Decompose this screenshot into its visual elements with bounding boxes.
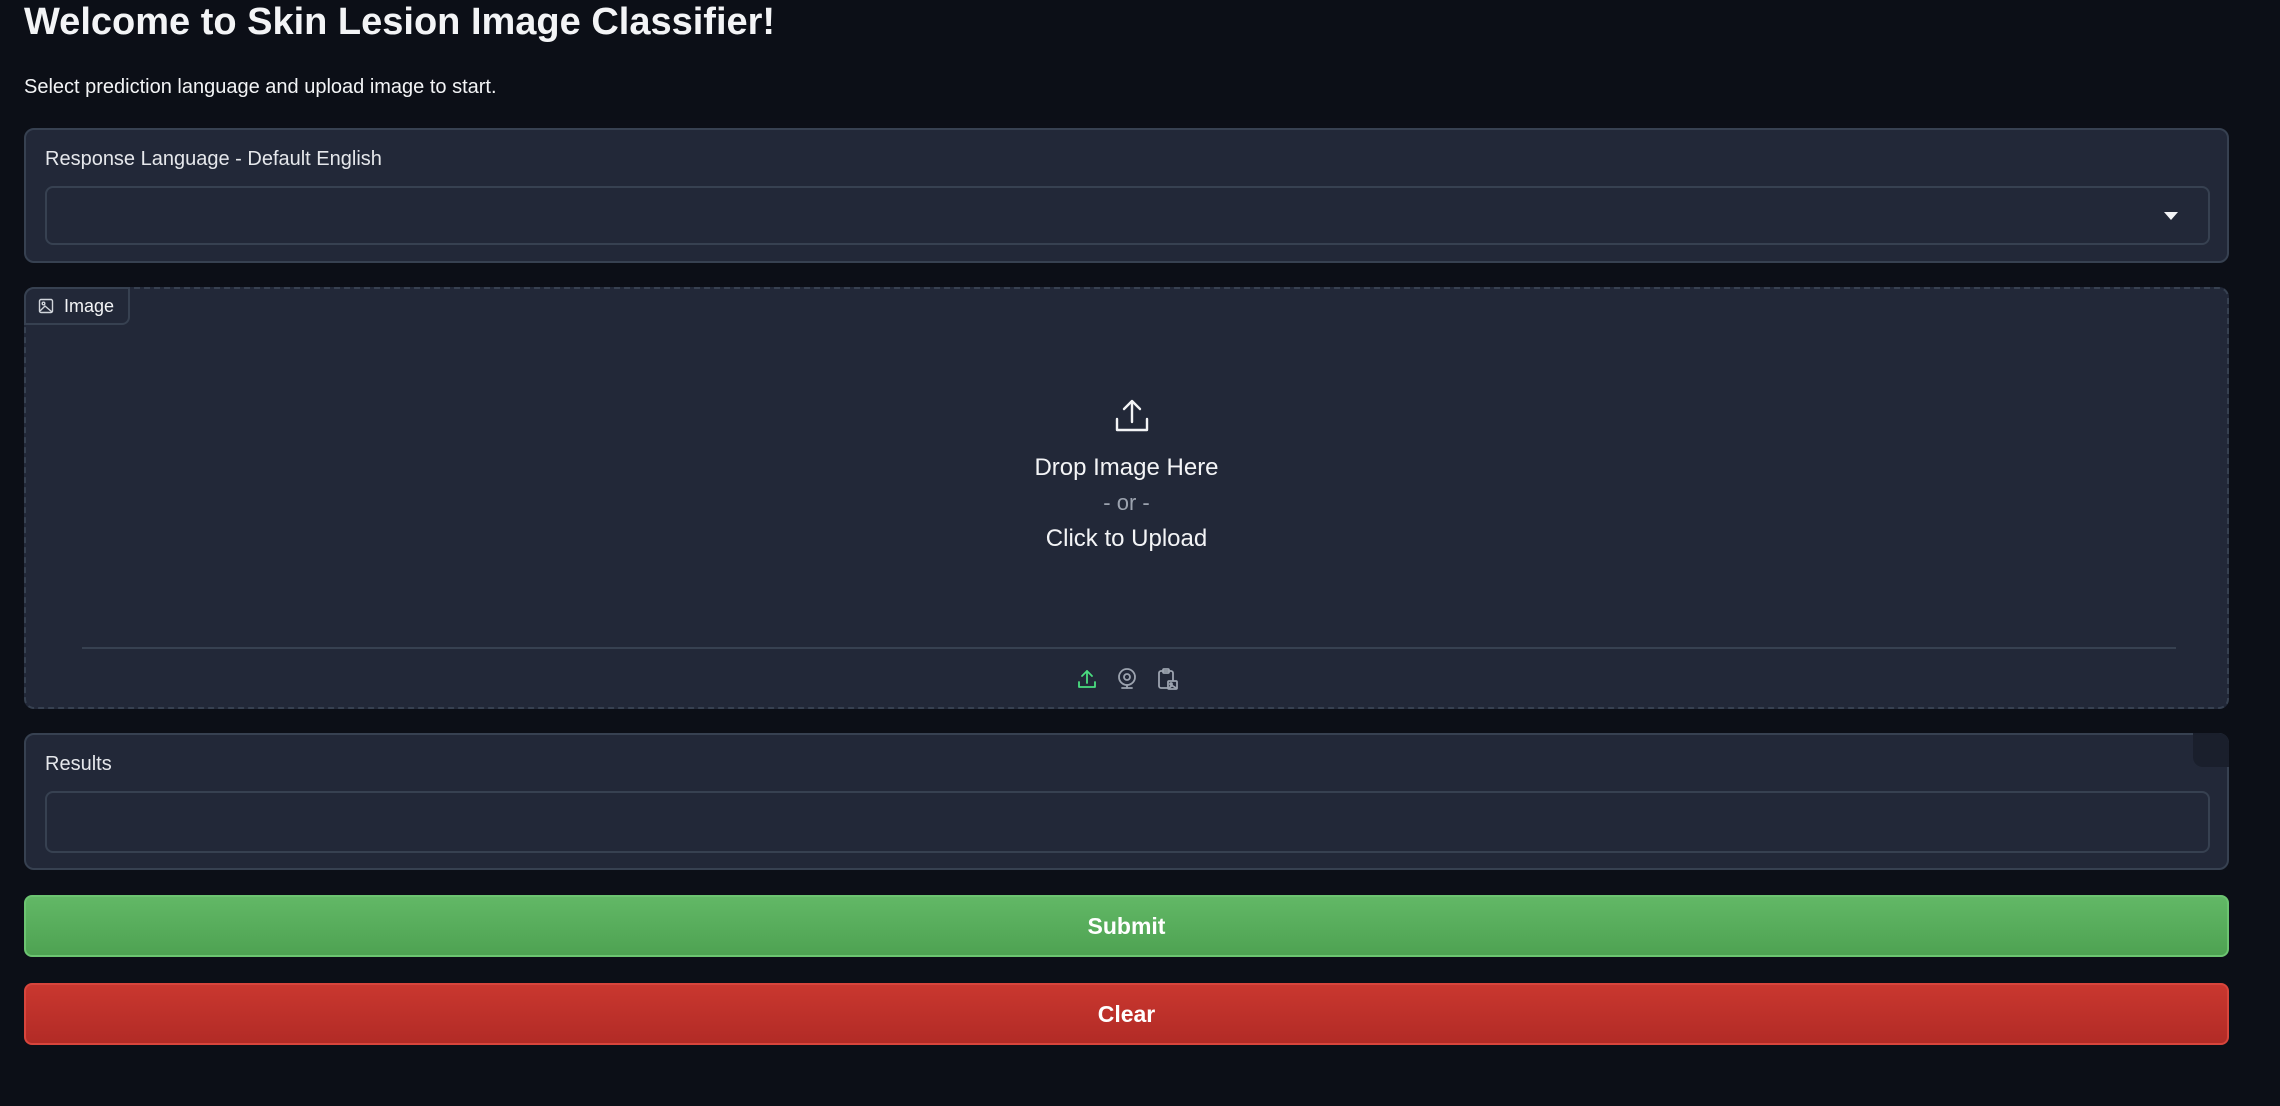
results-label: Results (45, 753, 112, 775)
source-selector (26, 667, 2227, 691)
image-icon (38, 298, 54, 314)
language-dropdown[interactable] (45, 186, 2210, 245)
language-label: Response Language - Default English (45, 148, 382, 170)
upload-source-icon (1077, 670, 1096, 688)
or-separator-text: - or - (1103, 490, 1150, 515)
page-subtitle: Select prediction language and upload im… (24, 76, 497, 98)
drop-image-text: Drop Image Here (1034, 454, 1219, 481)
clipboard-icon (1157, 668, 1178, 690)
image-tag: Image (24, 287, 131, 325)
upload-source-button[interactable] (1075, 667, 1099, 691)
clear-button[interactable]: Clear (24, 983, 2229, 1045)
page-title: Welcome to Skin Lesion Image Classifier! (24, 1, 776, 43)
webcam-icon (1117, 668, 1136, 689)
results-output[interactable] (45, 791, 2210, 853)
image-tag-label: Image (64, 295, 115, 316)
image-upload-block: Drop Image Here - or - Click to Upload I… (24, 287, 2229, 709)
image-dropzone[interactable]: Drop Image Here - or - Click to Upload (26, 289, 2227, 649)
submit-button[interactable]: Submit (24, 895, 2229, 957)
language-block: Response Language - Default English (24, 128, 2229, 263)
copy-button[interactable] (2193, 733, 2229, 767)
click-to-upload-text: Click to Upload (1045, 525, 1208, 552)
clipboard-source-button[interactable] (1155, 667, 1179, 691)
source-divider (82, 647, 2176, 649)
upload-icon (1115, 399, 1149, 432)
chevron-down-icon (2164, 212, 2178, 220)
webcam-source-button[interactable] (1115, 667, 1139, 691)
app-page: Welcome to Skin Lesion Image Classifier!… (0, 0, 2280, 1106)
results-block: Results (24, 733, 2229, 870)
